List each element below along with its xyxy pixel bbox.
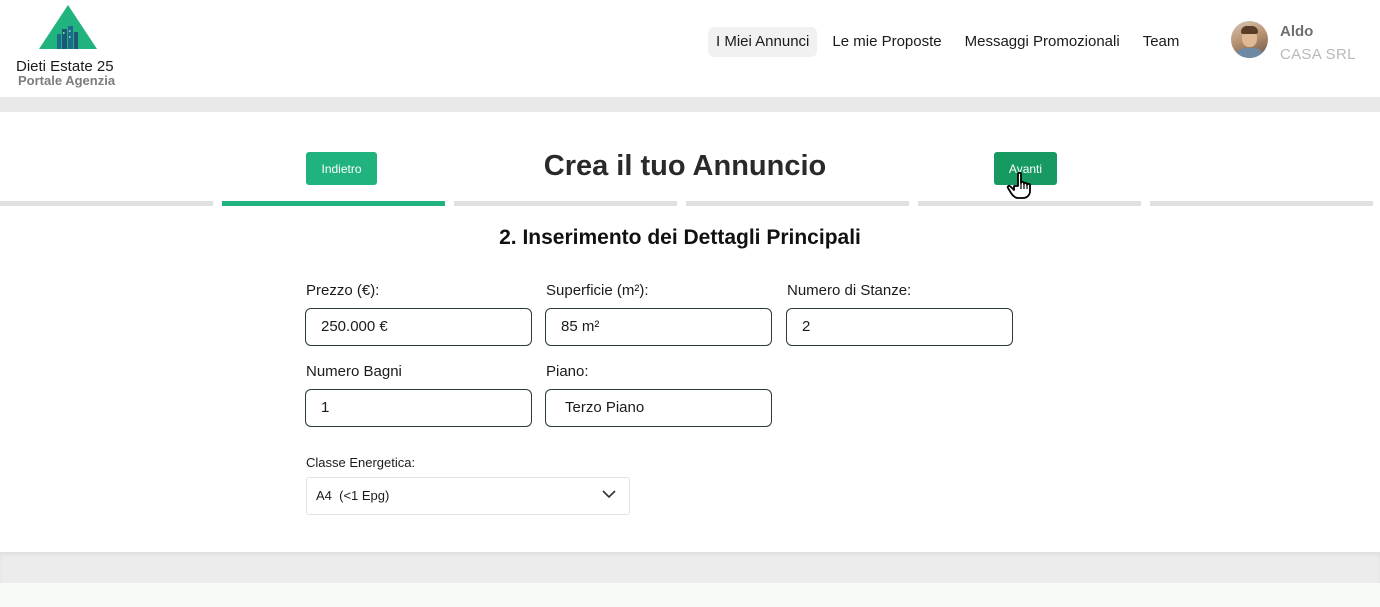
- floor-field[interactable]: Terzo Piano: [545, 389, 772, 427]
- price-field[interactable]: 250.000 €: [305, 308, 532, 346]
- user-menu[interactable]: Aldo CASA SRL: [1231, 21, 1376, 65]
- avatar[interactable]: [1231, 21, 1268, 58]
- energy-class-select[interactable]: A4 (<1 Epg): [306, 477, 630, 515]
- back-button[interactable]: Indietro: [306, 152, 377, 185]
- nav-item-miei-annunci[interactable]: I Miei Annunci: [708, 27, 818, 57]
- energy-class-label: Classe Energetica:: [306, 455, 416, 470]
- area-label: Superficie (m²):: [546, 282, 649, 299]
- user-company: CASA SRL: [1280, 46, 1356, 63]
- step-indicator-1: [0, 201, 213, 206]
- header-divider-band: [0, 97, 1380, 112]
- bathrooms-field[interactable]: 1: [305, 389, 532, 427]
- step-indicator-3: [454, 201, 677, 206]
- top-header: Dieti Estate 25 Portale Agenzia I Miei A…: [0, 0, 1380, 97]
- main-nav: I Miei Annunci Le mie Proposte Messaggi …: [708, 27, 1179, 57]
- user-name: Aldo: [1280, 23, 1314, 40]
- step-indicator-2: [222, 201, 445, 206]
- footer-strip: [0, 583, 1380, 607]
- step-indicator-4: [686, 201, 909, 206]
- nav-item-mie-proposte[interactable]: Le mie Proposte: [824, 27, 949, 57]
- create-listing-card: Indietro Crea il tuo Annuncio Avanti 2. …: [0, 112, 1380, 552]
- footer-divider-band: [0, 552, 1380, 583]
- chevron-down-icon: [602, 490, 616, 499]
- next-button[interactable]: Avanti: [994, 152, 1057, 185]
- nav-item-messaggi-promozionali[interactable]: Messaggi Promozionali: [957, 27, 1128, 57]
- bathrooms-label: Numero Bagni: [306, 363, 402, 380]
- rooms-field[interactable]: 2: [786, 308, 1013, 346]
- nav-item-team[interactable]: Team: [1135, 27, 1179, 57]
- section-title: 2. Inserimento dei Dettagli Principali: [499, 226, 861, 249]
- step-indicator-6: [1150, 201, 1373, 206]
- building-triangle-icon: [39, 5, 97, 49]
- price-label: Prezzo (€):: [306, 282, 380, 299]
- area-field[interactable]: 85 m²: [545, 308, 772, 346]
- brand-subtitle: Portale Agenzia: [18, 73, 116, 88]
- wizard-progress: [0, 201, 1380, 206]
- floor-label: Piano:: [546, 363, 589, 380]
- brand-logo[interactable]: Dieti Estate 25 Portale Agenzia: [14, 4, 124, 90]
- rooms-label: Numero di Stanze:: [787, 282, 912, 299]
- step-indicator-5: [918, 201, 1141, 206]
- energy-class-value: A4 (<1 Epg): [316, 488, 390, 503]
- page-title: Crea il tuo Annuncio: [543, 150, 827, 182]
